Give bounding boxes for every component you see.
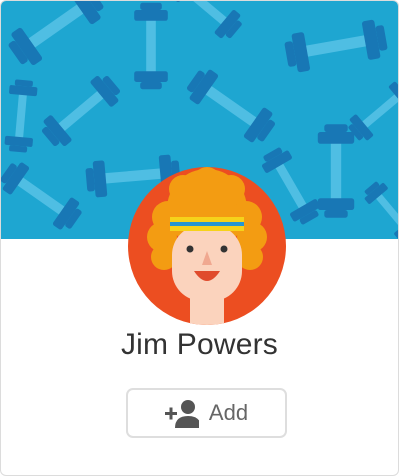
add-button-label: Add — [208, 400, 249, 425]
profile-card: Jim Powers Add — [0, 0, 399, 476]
curly-hair-avatar-icon — [147, 167, 267, 325]
avatar — [128, 167, 286, 325]
add-person-icon — [164, 398, 199, 428]
profile-name: Jim Powers — [120, 328, 279, 361]
add-button[interactable]: Add — [126, 388, 287, 438]
